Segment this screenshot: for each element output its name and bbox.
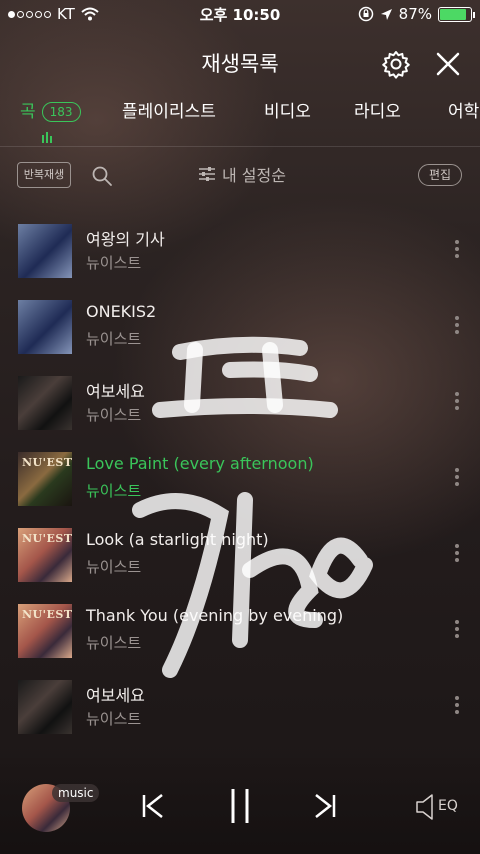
album-art: NU'EST	[18, 604, 72, 658]
list-item[interactable]: ONEKIS2 뉴이스트	[0, 290, 480, 366]
edit-button[interactable]: 편집	[418, 164, 462, 186]
title-bar: 재생목록	[0, 44, 480, 84]
song-artist: 뉴이스트	[86, 482, 142, 500]
album-art: NU'EST	[18, 452, 72, 506]
battery-icon	[438, 6, 475, 22]
song-artist: 뉴이스트	[86, 406, 142, 424]
album-art	[18, 224, 72, 278]
tab-playlists[interactable]: 플레이리스트	[122, 96, 216, 128]
more-options-icon[interactable]	[452, 392, 462, 416]
list-item[interactable]: 여왕의 기사 뉴이스트	[0, 214, 480, 290]
tab-radio[interactable]: 라디오	[354, 96, 401, 128]
song-count-badge: 183	[41, 102, 81, 122]
tab-songs[interactable]: 곡 183	[20, 96, 81, 128]
song-title: Look (a starlight night)	[86, 530, 269, 549]
list-item-now-playing[interactable]: NU'EST Love Paint (every afternoon) 뉴이스트	[0, 442, 480, 518]
song-title: ONEKIS2	[86, 302, 157, 321]
song-title: 여왕의 기사	[86, 230, 165, 249]
more-options-icon[interactable]	[452, 240, 462, 264]
divider	[0, 146, 480, 147]
music-tag: music	[52, 784, 100, 802]
list-toolbar: 반복재생 내 설정순 편집	[0, 156, 480, 196]
tab-videos[interactable]: 비디오	[264, 96, 311, 128]
song-title: 여보세요	[86, 686, 145, 705]
more-options-icon[interactable]	[452, 696, 462, 720]
album-art-text: NU'EST	[22, 456, 72, 469]
list-item[interactable]: 여보세요 뉴이스트	[0, 670, 480, 746]
list-item[interactable]: NU'EST Thank You (evening by evening) 뉴이…	[0, 594, 480, 670]
search-icon[interactable]	[90, 164, 114, 188]
now-playing-bars-icon	[42, 132, 52, 143]
album-art: NU'EST	[18, 528, 72, 582]
tab-bar: 곡 183 플레이리스트 비디오 라디오 어학	[0, 96, 480, 143]
song-artist: 뉴이스트	[86, 254, 142, 272]
list-item[interactable]: 여보세요 뉴이스트	[0, 366, 480, 442]
repeat-button[interactable]: 반복재생	[17, 162, 71, 188]
song-title: Thank You (evening by evening)	[86, 606, 344, 625]
album-art	[18, 680, 72, 734]
battery-percent: 87%	[398, 5, 432, 23]
tab-songs-label: 곡	[20, 102, 36, 122]
previous-button[interactable]	[138, 790, 168, 822]
next-button[interactable]	[310, 790, 340, 822]
signal-strength-icon	[8, 10, 51, 18]
gear-icon[interactable]	[380, 48, 412, 80]
eq-label: EQ	[438, 798, 458, 814]
sort-button[interactable]: 내 설정순	[198, 162, 286, 186]
sliders-icon	[199, 167, 215, 181]
song-artist: 뉴이스트	[86, 634, 142, 652]
song-artist: 뉴이스트	[86, 710, 142, 728]
equalizer-button[interactable]: EQ	[414, 792, 464, 822]
pause-button[interactable]	[226, 786, 254, 826]
status-bar: KT 오후 10:50 87%	[0, 0, 480, 28]
more-options-icon[interactable]	[452, 620, 462, 644]
song-title: Love Paint (every afternoon)	[86, 454, 314, 473]
more-options-icon[interactable]	[452, 316, 462, 340]
more-options-icon[interactable]	[452, 468, 462, 492]
album-art-text: NU'EST	[22, 532, 72, 545]
album-art	[18, 376, 72, 430]
list-item[interactable]: NU'EST Look (a starlight night) 뉴이스트	[0, 518, 480, 594]
rotation-lock-icon	[358, 6, 373, 22]
song-artist: 뉴이스트	[86, 330, 142, 348]
wifi-icon	[81, 7, 99, 21]
tab-language[interactable]: 어학	[448, 96, 479, 128]
more-options-icon[interactable]	[452, 544, 462, 568]
mini-player: music EQ	[0, 758, 480, 854]
album-art	[18, 300, 72, 354]
song-artist: 뉴이스트	[86, 558, 142, 576]
album-art-text: NU'EST	[22, 608, 72, 621]
location-icon	[380, 8, 392, 20]
carrier-label: KT	[57, 5, 75, 23]
song-title: 여보세요	[86, 382, 145, 401]
close-icon[interactable]	[432, 48, 464, 80]
sort-label: 내 설정순	[222, 166, 286, 185]
speaker-icon	[416, 794, 433, 820]
